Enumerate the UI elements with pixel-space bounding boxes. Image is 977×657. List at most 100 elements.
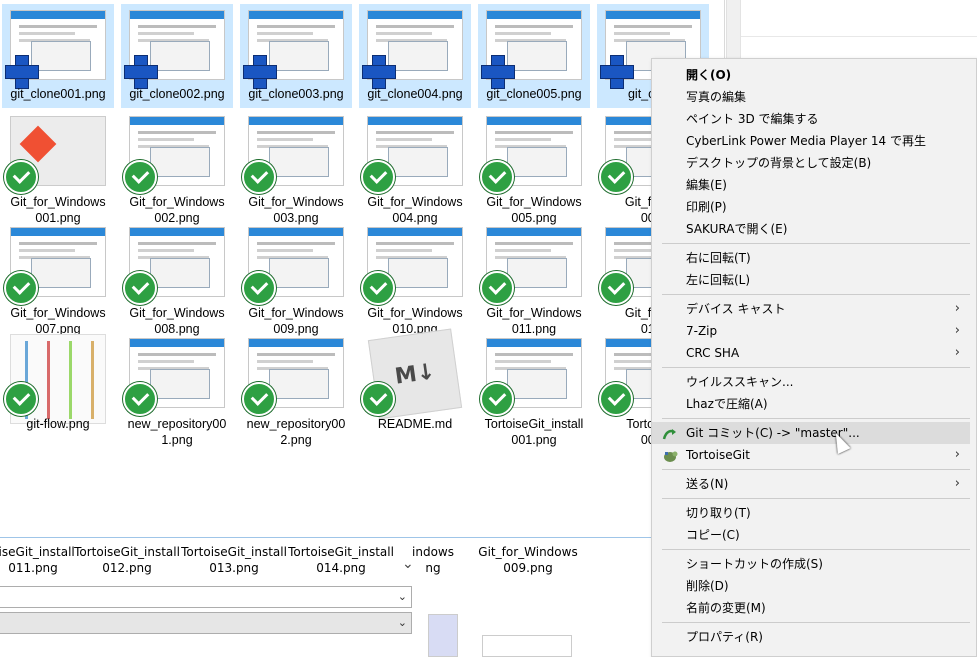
file-name: git-flow.png (26, 417, 90, 431)
git-clean-check-icon (480, 271, 514, 305)
context-menu-item[interactable]: TortoiseGit › (652, 444, 970, 466)
menu-separator (662, 622, 970, 623)
menu-separator (662, 243, 970, 244)
file-item[interactable]: new_repository00 1.png (121, 332, 233, 447)
context-menu-item[interactable]: ウイルススキャン... (652, 371, 970, 393)
lower-explorer-window: oiseGit_install 011.png TortoiseGit_inst… (0, 538, 620, 657)
file-name: git_clone004.png (367, 87, 463, 101)
context-menu-item[interactable]: デバイス キャスト › (652, 298, 970, 320)
git-commit-icon (662, 426, 678, 440)
file-item[interactable]: Git_for_Windows 009.png (240, 221, 352, 336)
lower-tile-label: TortoiseGit_install 012.png (74, 545, 180, 575)
chevron-down-icon: ⌄ (397, 616, 407, 629)
context-menu-item[interactable]: CRC SHA › (652, 342, 970, 364)
file-item[interactable]: git_clone004.png (359, 4, 471, 108)
lower-tile[interactable]: indows ng (378, 544, 488, 576)
file-item[interactable]: TortoiseGit_install 001.png (478, 332, 590, 447)
git-added-plus-icon (242, 54, 277, 89)
context-menu-item[interactable]: 送る(N) › (652, 473, 970, 495)
context-menu-item[interactable]: Git コミット(C) -> "master"... (652, 422, 970, 444)
context-menu-item[interactable]: 開く(O) (652, 64, 970, 86)
git-added-plus-icon (4, 54, 39, 89)
submenu-arrow-icon: › (954, 345, 960, 360)
lower-tile[interactable]: TortoiseGit_install 012.png (72, 544, 182, 576)
file-item[interactable]: new_repository00 2.png (240, 332, 352, 447)
file-explorer-pane: git_clone001.png git_clone002.png git_clon… (0, 0, 725, 538)
git-clean-check-icon (361, 160, 395, 194)
menu-item-label: 削除(D) (686, 579, 729, 593)
menu-item-label: CRC SHA (686, 346, 740, 360)
lower-tile-label: indows ng (412, 545, 454, 575)
file-item[interactable]: Git_for_Windows 001.png (2, 110, 114, 225)
menu-item-label: TortoiseGit (686, 448, 750, 462)
git-clean-check-icon (480, 382, 514, 416)
context-menu-item[interactable]: ペイント 3D で編集する (652, 108, 970, 130)
context-menu-item[interactable]: ショートカットの作成(S) (652, 553, 970, 575)
file-item[interactable]: Git_for_Windows 005.png (478, 110, 590, 225)
context-menu-item[interactable]: 印刷(P) (652, 196, 970, 218)
context-menu-item[interactable]: SAKURAで開く(E) (652, 218, 970, 240)
menu-separator (662, 418, 970, 419)
lower-tile[interactable]: Git_for_Windows 009.png (473, 544, 583, 576)
context-menu-item[interactable]: 右に回転(T) (652, 247, 970, 269)
file-item[interactable]: Git_for_Windows 002.png (121, 110, 233, 225)
git-added-plus-icon (599, 54, 634, 89)
git-clean-check-icon (242, 160, 276, 194)
context-menu-item[interactable]: コピー(C) (652, 524, 970, 546)
file-name: git_clone005.png (486, 87, 582, 101)
context-menu-item[interactable]: デスクトップの背景として設定(B) (652, 152, 970, 174)
file-item[interactable]: git_clone002.png (121, 4, 233, 108)
context-menu-item[interactable]: プロパティ(R) (652, 626, 970, 648)
file-item[interactable]: Git_for_Windows 010.png (359, 221, 471, 336)
git-clean-check-icon (4, 382, 38, 416)
menu-item-label: 編集(E) (686, 178, 727, 192)
context-menu-item[interactable]: 写真の編集 (652, 86, 970, 108)
menu-item-label: ペイント 3D で編集する (686, 112, 819, 126)
menu-item-label: 写真の編集 (686, 90, 747, 104)
lower-tile-label: Git_for_Windows 009.png (478, 545, 578, 575)
context-menu-item[interactable]: 編集(E) (652, 174, 970, 196)
file-item[interactable]: Git_for_Windows 004.png (359, 110, 471, 225)
context-menu-item[interactable]: 7-Zip › (652, 320, 970, 342)
git-clean-check-icon (599, 382, 633, 416)
menu-item-label: プロパティ(R) (686, 630, 763, 644)
file-item[interactable]: M↓ README.md (359, 328, 471, 436)
dropdown-field[interactable]: ⌄ (0, 612, 412, 634)
git-clean-check-icon (4, 271, 38, 305)
dropdown-field[interactable]: ⌄ (0, 586, 412, 608)
file-item[interactable]: Git_for_Windows 003.png (240, 110, 352, 225)
file-item[interactable]: git-flow.png (2, 332, 114, 436)
lower-tile-label: oiseGit_install 011.png (0, 545, 75, 575)
context-menu-item[interactable]: 切り取り(T) (652, 502, 970, 524)
file-item[interactable]: Git_for_Windows 008.png (121, 221, 233, 336)
submenu-arrow-icon: › (954, 476, 960, 491)
file-name: git_clone002.png (129, 87, 225, 101)
context-menu-item[interactable]: 削除(D) (652, 575, 970, 597)
menu-separator (662, 294, 970, 295)
file-item[interactable]: git_clone003.png (240, 4, 352, 108)
context-menu-item[interactable]: 名前の変更(M) (652, 597, 970, 619)
file-name: git_clone003.png (248, 87, 344, 101)
git-clean-check-icon (361, 382, 395, 416)
chevron-down-icon: ⌄ (397, 590, 407, 603)
lower-tile[interactable]: TortoiseGit_install 013.png (179, 544, 289, 576)
file-item[interactable]: Git_for_Windows 007.png (2, 221, 114, 336)
git-clean-check-icon (123, 382, 157, 416)
git-clean-check-icon (123, 271, 157, 305)
menu-item-label: コピー(C) (686, 528, 740, 542)
submenu-arrow-icon: › (954, 323, 960, 338)
file-item[interactable]: git_clone005.png (478, 4, 590, 108)
context-menu: 開く(O) 写真の編集ペイント 3D で編集する CyberLink Power M… (651, 58, 977, 657)
file-item[interactable]: git_clone001.png (2, 4, 114, 108)
context-menu-item[interactable]: CyberLink Power Media Player 14 で再生 (652, 130, 970, 152)
menu-item-label: CyberLink Power Media Player 14 で再生 (686, 134, 926, 148)
context-menu-item[interactable]: 左に回転(L) (652, 269, 970, 291)
submenu-arrow-icon: › (954, 447, 960, 462)
menu-separator (662, 367, 970, 368)
scroll-down-chevron-icon[interactable]: ⌄ (402, 556, 414, 572)
file-name: new_repository00 2.png (246, 417, 346, 447)
file-item[interactable]: Git_for_Windows 011.png (478, 221, 590, 336)
context-menu-item[interactable]: Lhazで圧縮(A) (652, 393, 970, 415)
menu-separator (662, 498, 970, 499)
lower-tile-label: TortoiseGit_install 013.png (181, 545, 287, 575)
